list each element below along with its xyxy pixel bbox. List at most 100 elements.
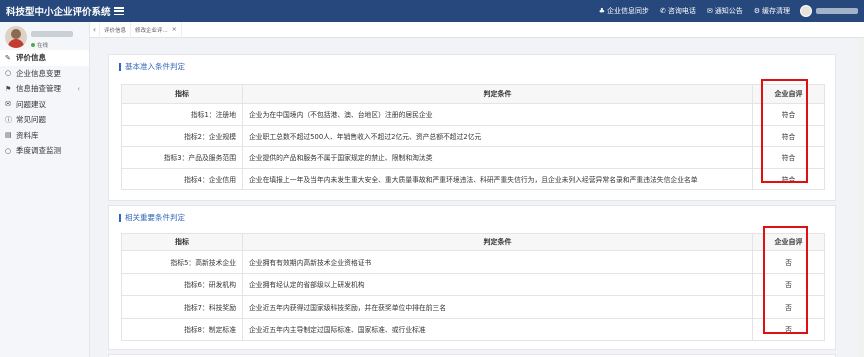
sidebar-item-label: 问题建议 [16,99,46,109]
sidebar-item-label: 季度调查监测 [16,146,61,156]
hotline-link[interactable]: ✆ 咨询电话 [660,6,696,16]
top-links: ♣ 企业信息同步 ✆ 咨询电话 ✉ 通知公告 ⚙ 缓存清理 [588,0,858,22]
clear-cache-label: 缓存清理 [762,7,790,15]
indicator-cell: 指标2：企业规模 [121,124,243,147]
tab-label: 修改企业评... [135,27,168,34]
section-title: 基本准入条件判定 [119,63,185,71]
user-icon: ♣ [598,7,605,15]
phone-icon: ✆ [659,7,666,15]
condition-cell: 企业提供的产品和服务不属于国家规定的禁止、限制和淘汰类 [242,146,753,169]
indicator-cell: 指标7：科技奖励 [121,295,243,319]
result-cell: 否 [752,250,825,274]
scrollbar[interactable] [858,38,864,357]
sidebar-item-library[interactable]: ▤ 资料库 [0,128,89,144]
tab-scroll-left-icon[interactable]: ‹ [90,21,100,38]
result-cell: 符合 [752,146,825,169]
table-row: 指标5：高新技术企业 企业拥有有效期内高新技术企业资格证书 否 [121,250,825,274]
mail-icon: ✉ [706,7,713,15]
indicator-cell: 指标8：制定标准 [121,317,243,341]
menu-toggle-icon[interactable] [114,7,124,15]
indicator-cell: 指标6：研发机构 [121,272,243,296]
online-dot-icon [31,43,35,47]
gear-icon: ⚙ [753,7,760,15]
tab-edit-company-evaluation[interactable]: 修改企业评... × [131,21,182,38]
table-header-row: 指标 判定条件 企业自评 [121,233,825,251]
table-row: 指标2：企业规模 企业职工总数不超过500人、年销售收入不超过2亿元、资产总额不… [121,124,825,147]
table-row: 指标8：制定标准 企业近五年内主导制定过国际标准、国家标准、或行业标准 否 [121,317,825,341]
result-cell: 否 [752,272,825,296]
result-cell: 否 [752,295,825,319]
important-conditions-table: 指标 判定条件 企业自评 指标5：高新技术企业 企业拥有有效期内高新技术企业资格… [121,233,825,341]
online-status-label: 在线 [37,43,49,49]
tab-bar: ‹ 评价信息 修改企业评... × [90,21,864,38]
result-cell: 否 [752,317,825,341]
table-row: 指标3：产品及服务范围 企业提供的产品和服务不属于国家规定的禁止、限制和淘汰类 … [121,146,825,169]
column-header-condition: 判定条件 [242,84,753,104]
condition-cell: 企业拥有经认定的省部级以上研发机构 [242,272,753,296]
condition-cell: 企业拥有有效期内高新技术企业资格证书 [242,250,753,274]
sidebar-item-label: 资料库 [16,130,39,140]
column-header-indicator: 指标 [121,84,243,104]
table-row: 指标7：科技奖励 企业近五年内获得过国家级科技奖励，并在获奖单位中排在前三名 否 [121,295,825,319]
edit-icon: ✎ [5,53,11,62]
circle-icon: ○ [5,69,12,78]
folder-icon: ▤ [5,131,12,140]
tab-evaluation-info[interactable]: 评价信息 [100,21,132,38]
main-content: 基本准入条件判定 指标 判定条件 企业自评 指标1：注册地 企业为在中国境内（不… [90,38,864,357]
hotline-label: 咨询电话 [667,7,696,15]
table-header-row: 指标 判定条件 企业自评 [121,84,825,104]
result-cell: 符合 [752,167,825,190]
user-panel: 在线 [0,22,89,50]
condition-cell: 企业在填报上一年及当年内未发生重大安全、重大质量事故和严重环境违法、科研严重失信… [242,167,753,190]
indicator-cell: 指标1：注册地 [121,103,243,126]
sidebar-item-evaluation-info[interactable]: ✎ 评价信息 [0,50,89,66]
app-title: 科技型中小企业评价系统 [6,7,111,18]
sync-company-info-label: 企业信息同步 [606,7,649,15]
sidebar-item-suggestions[interactable]: ✉ 问题建议 [0,97,89,113]
user-name-blurred [31,31,73,37]
circle-icon: ○ [5,146,12,155]
condition-cell: 企业为在中国境内（不包括港、澳、台地区）注册的居民企业 [242,103,753,126]
column-header-indicator: 指标 [121,233,243,251]
table-row: 指标6：研发机构 企业拥有经认定的省部级以上研发机构 否 [121,272,825,296]
chevron-left-icon: ‹ [77,84,80,93]
sidebar-item-info-check-management[interactable]: ⚑ 信息抽查管理 ‹ [0,81,89,97]
section-title: 相关重要条件判定 [119,214,185,222]
important-conditions-panel: 相关重要条件判定 指标 判定条件 企业自评 指标5：高新技术企业 企业拥有有效期… [108,205,836,350]
table-row: 指标1：注册地 企业为在中国境内（不包括港、澳、台地区）注册的居民企业 符合 [121,103,825,126]
indicator-cell: 指标4：企业信用 [121,167,243,190]
indicator-cell: 指标5：高新技术企业 [121,250,243,274]
comment-icon: ✉ [5,100,11,109]
top-navbar: 科技型中小企业评价系统 ♣ 企业信息同步 ✆ 咨询电话 ✉ 通知公告 ⚙ 缓存清… [0,0,864,22]
clear-cache-link[interactable]: ⚙ 缓存清理 [754,6,790,16]
result-cell: 符合 [752,103,825,126]
sidebar-item-label: 常见问题 [16,115,46,125]
sidebar: 在线 ✎ 评价信息 ○ 企业信息变更 ⚑ 信息抽查管理 ‹ ✉ 问题建议 ⓘ 常… [0,22,90,357]
top-username-blurred[interactable] [816,8,858,14]
column-header-self-eval: 企业自评 [752,233,825,251]
basic-access-table: 指标 判定条件 企业自评 指标1：注册地 企业为在中国境内（不包括港、澳、台地区… [121,84,825,190]
sidebar-item-label: 信息抽查管理 [16,84,61,94]
indicator-cell: 指标3：产品及服务范围 [121,146,243,169]
condition-cell: 企业近五年内主导制定过国际标准、国家标准、或行业标准 [242,317,753,341]
sidebar-item-company-info-change[interactable]: ○ 企业信息变更 [0,66,89,82]
close-icon[interactable]: × [172,26,177,33]
sync-company-info-link[interactable]: ♣ 企业信息同步 [599,6,649,16]
flag-icon: ⚑ [5,84,12,93]
condition-cell: 企业近五年内获得过国家级科技奖励，并在获奖单位中排在前三名 [242,295,753,319]
result-cell: 符合 [752,124,825,147]
sidebar-item-label: 评价信息 [16,53,46,63]
column-header-condition: 判定条件 [242,233,753,251]
sidebar-item-quarterly-survey[interactable]: ○ 季度调查监测 [0,143,89,159]
notice-link[interactable]: ✉ 通知公告 [707,6,743,16]
notice-label: 通知公告 [714,7,743,15]
online-status: 在线 [31,41,48,49]
avatar [5,26,27,48]
condition-cell: 企业职工总数不超过500人、年销售收入不超过2亿元、资产总额不超过2亿元 [242,124,753,147]
basic-access-panel: 基本准入条件判定 指标 判定条件 企业自评 指标1：注册地 企业为在中国境内（不… [108,54,836,201]
column-header-self-eval: 企业自评 [752,84,825,104]
top-avatar[interactable] [800,5,812,17]
sidebar-item-faq[interactable]: ⓘ 常见问题 [0,112,89,128]
table-row: 指标4：企业信用 企业在填报上一年及当年内未发生重大安全、重大质量事故和严重环境… [121,167,825,190]
sidebar-item-label: 企业信息变更 [16,68,61,78]
